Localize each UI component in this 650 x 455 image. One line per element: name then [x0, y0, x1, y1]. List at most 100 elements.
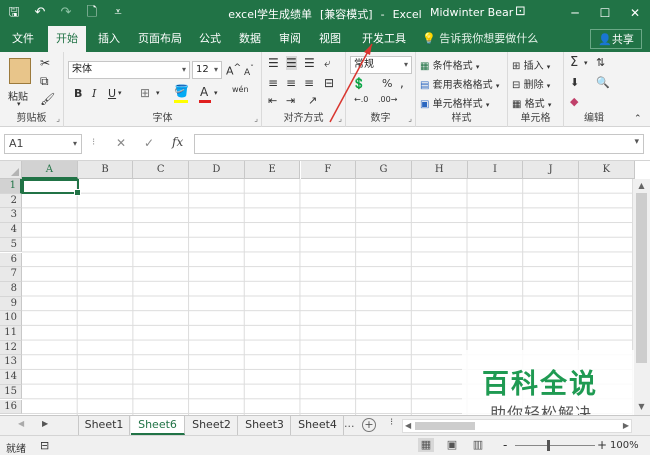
fill-color-icon[interactable]: 🪣: [174, 84, 189, 98]
copy-icon[interactable]: ⧉: [40, 74, 49, 89]
row-header[interactable]: 11: [0, 326, 22, 341]
page-break-view-icon[interactable]: ▥: [470, 438, 486, 452]
sheet-tab-sheet3[interactable]: Sheet3: [239, 416, 291, 435]
name-box[interactable]: A1 ▾: [4, 134, 82, 154]
vertical-scrollbar[interactable]: ▲ ▼: [632, 179, 650, 415]
font-size-select[interactable]: 12 ▾: [192, 61, 222, 79]
row-header[interactable]: 2: [0, 193, 22, 209]
scroll-up-icon[interactable]: ▲: [633, 181, 650, 190]
chevron-down-icon[interactable]: ▾: [584, 59, 588, 67]
minimize-icon[interactable]: ─: [560, 0, 590, 26]
row-header[interactable]: 10: [0, 311, 22, 326]
clipboard-launcher-icon[interactable]: ⌟: [56, 114, 60, 123]
bold-button[interactable]: B: [74, 87, 82, 100]
align-left-icon[interactable]: ≡: [268, 76, 278, 90]
prev-sheet-icon[interactable]: ◀: [18, 419, 24, 428]
sheet-tab-sheet6[interactable]: Sheet6: [131, 416, 185, 435]
column-header[interactable]: K: [579, 161, 635, 179]
shrink-font-button[interactable]: Aˇ: [244, 64, 254, 78]
row-header[interactable]: 12: [0, 340, 22, 356]
column-header[interactable]: F: [300, 161, 357, 179]
tab-review[interactable]: 审阅: [272, 26, 308, 52]
row-header[interactable]: 13: [0, 355, 22, 371]
format-cells-button[interactable]: ▦ 格式 ▾: [512, 95, 551, 110]
page-layout-view-icon[interactable]: ▣: [444, 438, 460, 452]
align-middle-icon[interactable]: ☰: [286, 56, 297, 70]
column-header[interactable]: E: [244, 161, 301, 179]
zoom-out-button[interactable]: -: [503, 438, 507, 452]
paste-button[interactable]: 粘贴 ▾: [6, 56, 34, 108]
chevron-down-icon[interactable]: ▾: [118, 89, 122, 97]
tab-view[interactable]: 视图: [312, 26, 348, 52]
tab-home[interactable]: 开始: [48, 26, 86, 52]
active-cell[interactable]: [22, 179, 81, 196]
column-header[interactable]: H: [411, 161, 468, 179]
user-name[interactable]: Midwinter Bear: [430, 6, 513, 19]
tab-data[interactable]: 数据: [232, 26, 268, 52]
expand-formula-bar-icon[interactable]: ▾: [634, 137, 639, 147]
find-select-icon[interactable]: 🔍: [596, 76, 610, 89]
cell-styles-button[interactable]: ▣ 单元格样式 ▾: [420, 95, 489, 110]
row-header[interactable]: 4: [0, 223, 22, 238]
tab-split-grip-icon[interactable]: ⁝: [390, 417, 393, 428]
sheet-tab-sheet1[interactable]: Sheet1: [78, 416, 130, 435]
align-right-icon[interactable]: ≡: [304, 76, 314, 90]
row-header[interactable]: 6: [0, 252, 22, 268]
row-header[interactable]: 15: [0, 384, 22, 400]
format-painter-icon[interactable]: 🖌: [40, 92, 55, 106]
align-bottom-icon[interactable]: ☰: [304, 56, 315, 70]
row-header[interactable]: 5: [0, 237, 22, 253]
border-icon[interactable]: ⊞: [140, 86, 150, 100]
column-header[interactable]: A: [22, 161, 78, 179]
tab-insert[interactable]: 插入: [90, 26, 128, 52]
phonetic-guide-button[interactable]: wén: [232, 85, 249, 94]
new-sheet-button[interactable]: +: [362, 418, 376, 432]
conditional-formatting-button[interactable]: ▦ 条件格式 ▾: [420, 57, 479, 72]
zoom-slider-thumb[interactable]: [547, 440, 550, 451]
maximize-icon[interactable]: ☐: [590, 0, 620, 26]
cut-icon[interactable]: ✂: [40, 56, 50, 70]
zoom-level[interactable]: 100%: [610, 440, 639, 451]
column-header[interactable]: B: [77, 161, 134, 179]
percent-button[interactable]: %: [382, 77, 392, 90]
align-top-icon[interactable]: ☰: [268, 56, 279, 70]
row-header[interactable]: 7: [0, 267, 22, 282]
more-sheets-button[interactable]: ...: [344, 417, 355, 430]
increase-decimal-icon[interactable]: ←.0: [354, 95, 368, 104]
tab-file[interactable]: 文件: [4, 26, 42, 52]
share-button[interactable]: 👤共享: [590, 29, 642, 49]
column-header[interactable]: J: [523, 161, 579, 179]
close-icon[interactable]: ✕: [620, 0, 650, 26]
insert-cells-button[interactable]: ⊞ 插入 ▾: [512, 57, 550, 72]
font-launcher-icon[interactable]: ⌟: [254, 114, 258, 123]
fill-icon[interactable]: ⬇: [570, 76, 579, 89]
alignment-launcher-icon[interactable]: ⌟: [338, 114, 342, 123]
row-header[interactable]: 8: [0, 281, 22, 297]
sort-filter-icon[interactable]: ⇅: [596, 56, 605, 69]
scroll-down-icon[interactable]: ▼: [633, 402, 650, 411]
macro-record-icon[interactable]: ⊟: [40, 439, 49, 452]
currency-icon[interactable]: 💲: [352, 77, 366, 90]
delete-cells-button[interactable]: ⊟ 删除 ▾: [512, 76, 550, 91]
font-color-icon[interactable]: A: [200, 85, 208, 99]
zoom-in-button[interactable]: +: [597, 438, 607, 452]
comma-button[interactable]: ,: [400, 76, 404, 90]
chevron-down-icon[interactable]: ▾: [156, 89, 160, 97]
decrease-indent-icon[interactable]: ⇤: [268, 94, 277, 107]
column-header[interactable]: I: [467, 161, 524, 179]
next-sheet-icon[interactable]: ▶: [42, 419, 48, 428]
cancel-icon[interactable]: ✕: [116, 136, 126, 150]
tab-formulas[interactable]: 公式: [192, 26, 228, 52]
enter-icon[interactable]: ✓: [144, 136, 154, 150]
tell-me-box[interactable]: 💡 告诉我你想要做什么: [422, 26, 538, 52]
italic-button[interactable]: I: [92, 87, 96, 100]
row-header[interactable]: 1: [0, 179, 22, 194]
decrease-decimal-icon[interactable]: .00→: [378, 95, 397, 104]
autosum-button[interactable]: Σ: [570, 55, 578, 70]
merge-center-icon[interactable]: ⊟: [324, 76, 334, 90]
row-header[interactable]: 16: [0, 399, 22, 415]
row-header[interactable]: 3: [0, 208, 22, 224]
column-header[interactable]: C: [133, 161, 190, 179]
ribbon-display-options-icon[interactable]: ⊡: [515, 4, 526, 19]
wrap-text-icon[interactable]: ⤶: [324, 56, 331, 71]
